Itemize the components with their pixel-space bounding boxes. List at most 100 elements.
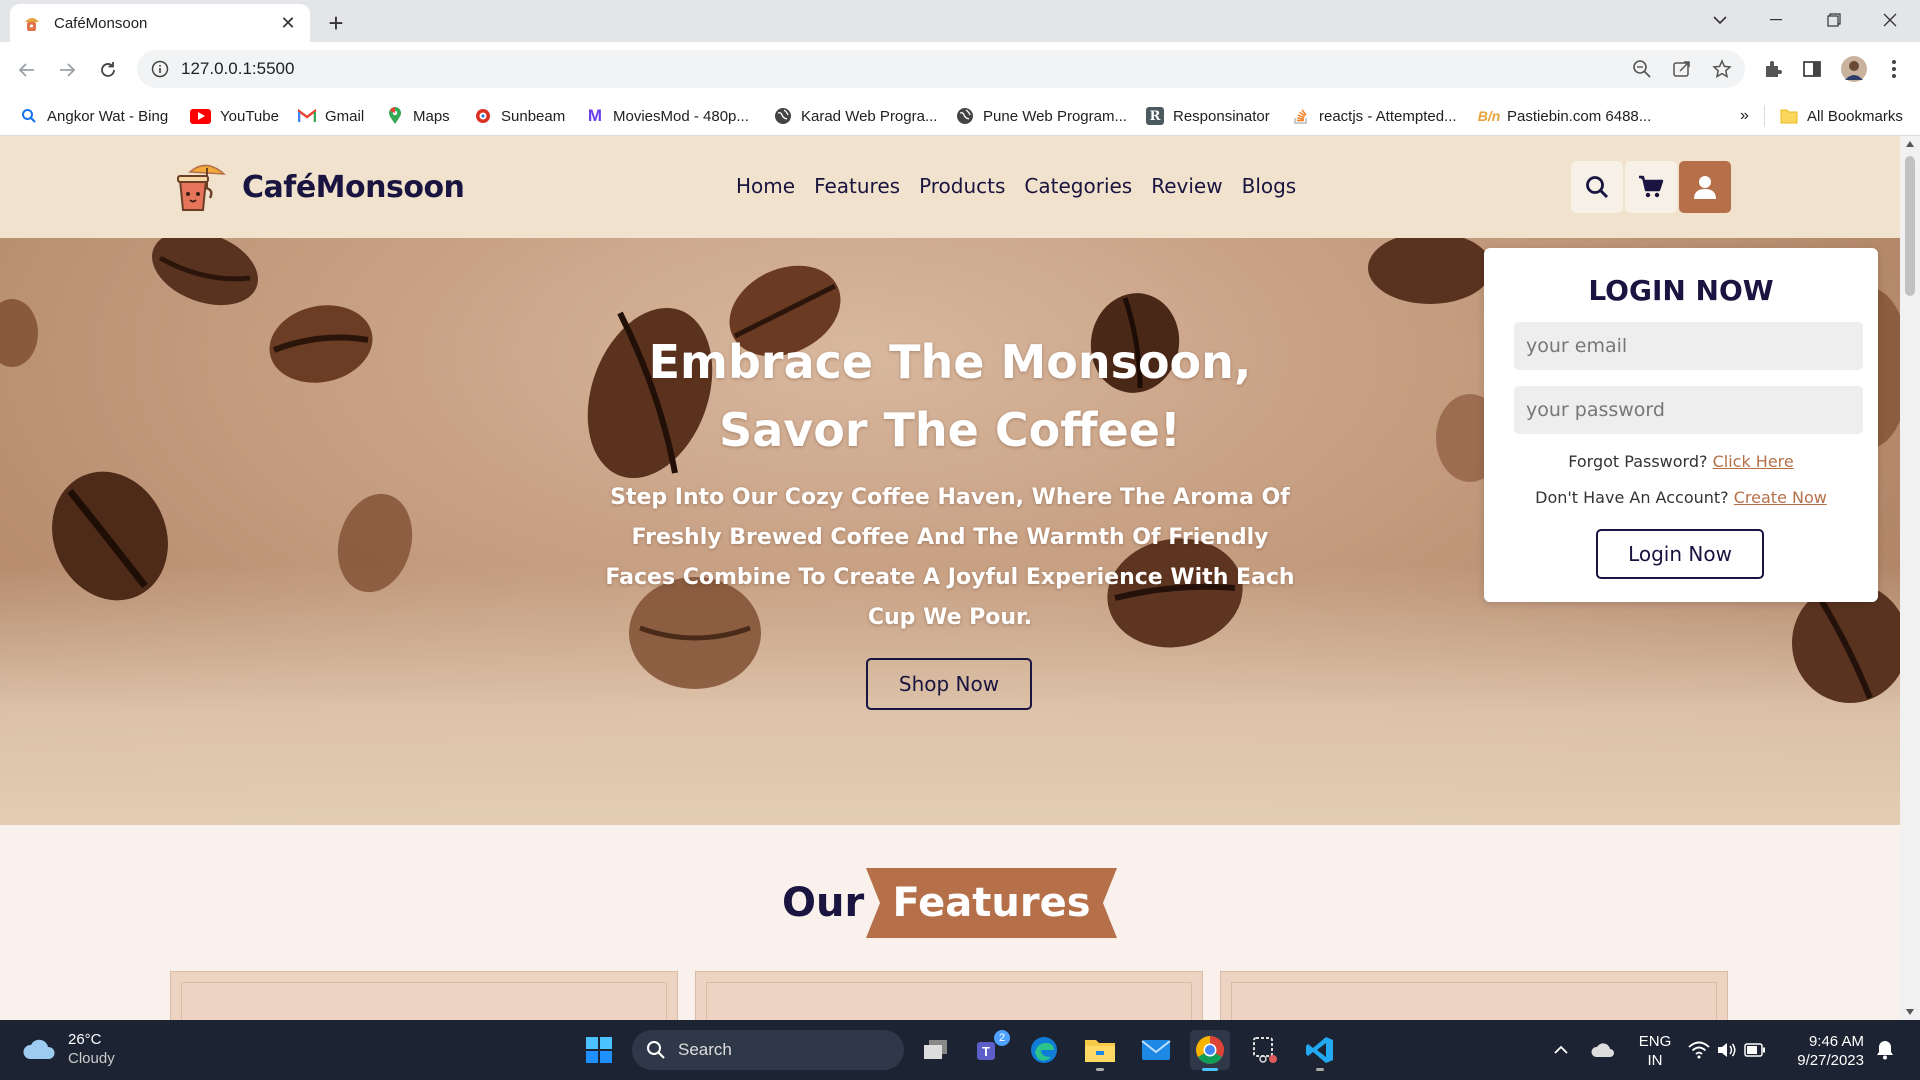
- cart-button[interactable]: [1625, 161, 1677, 213]
- scroll-up-arrow-icon[interactable]: [1906, 141, 1914, 147]
- coffee-bean-image: [337, 493, 413, 593]
- nav-review[interactable]: Review: [1151, 174, 1222, 198]
- file-explorer-button[interactable]: [1080, 1030, 1120, 1071]
- nav-features[interactable]: Features: [814, 174, 900, 198]
- forward-button[interactable]: [51, 54, 83, 86]
- bookmark-karad-web[interactable]: Karad Web Progra...: [774, 96, 937, 136]
- chevron-up-icon: [1554, 1045, 1568, 1054]
- create-account-link[interactable]: Create Now: [1734, 488, 1827, 507]
- cart-icon: [1639, 175, 1664, 198]
- bookmark-responsinator[interactable]: R Responsinator: [1146, 96, 1270, 136]
- bookmark-gmail[interactable]: Gmail: [298, 96, 364, 136]
- youtube-icon: [190, 108, 211, 124]
- profile-avatar[interactable]: [1840, 55, 1868, 83]
- coffee-bean-image: [52, 471, 168, 601]
- folder-icon: [1085, 1040, 1115, 1062]
- reload-icon: [101, 62, 115, 77]
- sunbeam-icon: [474, 107, 492, 125]
- restore-button[interactable]: [1806, 0, 1862, 40]
- chrome-button[interactable]: [1190, 1030, 1230, 1071]
- feature-card-inner: [1231, 982, 1717, 1020]
- login-form: LOGIN NOW Forgot Password? Click Here Do…: [1484, 248, 1878, 602]
- site-header: CaféMonsoon Home Features Products Categ…: [0, 136, 1900, 238]
- user-button[interactable]: [1679, 161, 1731, 213]
- browser-tab[interactable]: CaféMonsoon ✕: [10, 4, 310, 42]
- features-heading-highlight: Features: [892, 880, 1091, 926]
- bookmark-angkor-wat[interactable]: Angkor Wat - Bing: [20, 96, 168, 136]
- language-indicator[interactable]: ENG IN: [1630, 1032, 1680, 1070]
- tab-search-chevron-icon[interactable]: [1692, 0, 1748, 40]
- reload-button[interactable]: [92, 54, 124, 86]
- stackoverflow-icon: [1292, 107, 1310, 125]
- snipping-tool-icon: [1253, 1037, 1277, 1063]
- bookmarks-divider: [1764, 105, 1765, 127]
- scroll-down-arrow-icon[interactable]: [1906, 1009, 1914, 1015]
- password-field[interactable]: [1514, 386, 1863, 434]
- taskbar-search[interactable]: Search: [632, 1030, 904, 1070]
- site-logo[interactable]: CaféMonsoon: [170, 158, 465, 216]
- nav-products[interactable]: Products: [919, 174, 1005, 198]
- coffee-bean-image: [152, 238, 258, 306]
- email-field[interactable]: [1514, 322, 1863, 370]
- chrome-menu-icon[interactable]: [1883, 58, 1905, 80]
- site-info-icon[interactable]: [151, 60, 169, 78]
- bookmark-youtube[interactable]: YouTube: [190, 96, 279, 136]
- weather-widget[interactable]: 26°C Cloudy: [22, 1030, 115, 1068]
- close-window-button[interactable]: [1862, 0, 1918, 40]
- features-heading: Our Features: [0, 868, 1900, 948]
- svg-text:T: T: [982, 1044, 990, 1059]
- moviesmod-icon: M: [587, 106, 603, 125]
- teams-badge: 2: [994, 1030, 1010, 1046]
- forgot-password-link[interactable]: Click Here: [1713, 452, 1794, 471]
- zoom-icon[interactable]: [1632, 59, 1652, 79]
- tab-close-icon[interactable]: ✕: [278, 13, 298, 34]
- coffee-bean-image: [0, 299, 38, 367]
- vscode-button[interactable]: [1300, 1030, 1340, 1071]
- nav-home[interactable]: Home: [736, 174, 795, 198]
- start-button[interactable]: [579, 1030, 619, 1070]
- minimize-button[interactable]: [1748, 0, 1804, 40]
- battery-icon[interactable]: [1740, 1030, 1770, 1070]
- new-tab-button[interactable]: +: [318, 6, 354, 40]
- clock[interactable]: 9:46 AM 9/27/2023: [1782, 1032, 1864, 1070]
- back-button[interactable]: [11, 54, 43, 86]
- cloud-icon: [23, 1039, 55, 1059]
- page-scrollbar[interactable]: [1900, 136, 1920, 1020]
- edge-button[interactable]: [1024, 1030, 1064, 1070]
- extensions-puzzle-icon[interactable]: [1762, 58, 1784, 80]
- address-bar[interactable]: 127.0.0.1:5500: [137, 50, 1745, 88]
- running-indicator: [1096, 1068, 1104, 1071]
- search-button[interactable]: [1571, 161, 1623, 213]
- wifi-icon[interactable]: [1684, 1030, 1714, 1070]
- active-indicator: [1202, 1068, 1218, 1071]
- share-icon[interactable]: [1672, 59, 1692, 79]
- teams-button[interactable]: T 2: [970, 1030, 1010, 1070]
- shop-now-button[interactable]: Shop Now: [866, 658, 1032, 710]
- bookmark-star-icon[interactable]: [1712, 59, 1732, 79]
- feature-card-inner: [181, 982, 667, 1020]
- task-view-button[interactable]: [916, 1030, 956, 1070]
- bookmark-maps[interactable]: Maps: [386, 96, 450, 136]
- bookmark-moviesmod[interactable]: M MoviesMod - 480p...: [586, 96, 749, 136]
- bookmark-reactjs[interactable]: reactjs - Attempted...: [1292, 96, 1457, 136]
- mail-button[interactable]: [1136, 1030, 1176, 1070]
- bookmarks-overflow-chevron-icon[interactable]: »: [1740, 96, 1749, 136]
- hero-title: Embrace The Monsoon, Savor The Coffee!: [648, 335, 1252, 457]
- nav-blogs[interactable]: Blogs: [1242, 174, 1297, 198]
- all-bookmarks-folder[interactable]: All Bookmarks: [1780, 96, 1903, 136]
- snipping-tool-button[interactable]: [1246, 1030, 1286, 1070]
- side-panel-icon[interactable]: [1801, 58, 1823, 80]
- bookmark-sunbeam[interactable]: Sunbeam: [474, 96, 565, 136]
- show-hidden-icons-button[interactable]: [1546, 1030, 1576, 1070]
- onedrive-button[interactable]: [1586, 1030, 1620, 1070]
- running-indicator: [1316, 1068, 1324, 1071]
- scrollbar-thumb[interactable]: [1905, 156, 1915, 296]
- login-button[interactable]: Login Now: [1596, 529, 1764, 579]
- bookmark-pastiebin[interactable]: B/n Pastiebin.com 6488...: [1478, 96, 1652, 136]
- bookmark-pune-web[interactable]: Pune Web Program...: [956, 96, 1127, 136]
- volume-icon[interactable]: [1712, 1030, 1742, 1070]
- notifications-button[interactable]: [1870, 1030, 1900, 1070]
- nav-categories[interactable]: Categories: [1024, 174, 1132, 198]
- feature-card: [695, 971, 1203, 1020]
- hero-subtitle: Step Into Our Cozy Coffee Haven, Where T…: [605, 485, 1295, 630]
